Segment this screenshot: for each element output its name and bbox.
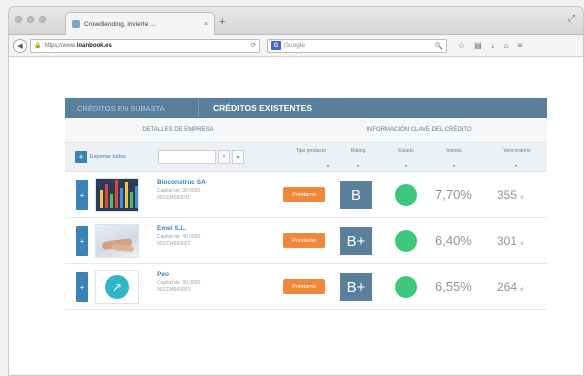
minimize-window-button[interactable] [27,16,34,23]
title-bar: Crowdlending, invierte ... × + ⤢ [9,7,583,35]
interest-rate: 6,55% [435,279,472,294]
company-info: Capital de: 30.0000 001234560011 [157,188,200,202]
product-button[interactable]: Préstamo [283,279,325,294]
duration-unit: d [520,287,524,293]
url-domain: loanbook.es [76,42,112,49]
filter-input[interactable] [158,150,216,164]
company-capital: Capital de: 40.0000 [157,234,201,240]
sort-rating-icon[interactable]: ▾ [357,163,359,168]
reading-list-icon[interactable]: ▤ [474,41,482,50]
section-headers: Detalles de empresa Información clave de… [65,118,547,142]
sort-status-icon[interactable]: ▾ [405,163,407,168]
company-thumbnail: ↗ [95,270,139,304]
favicon-icon [72,20,80,28]
search-bar[interactable]: G Google 🔍 [267,38,447,53]
export-all-button[interactable]: + [75,151,87,163]
rating-badge: B+ [340,227,372,255]
product-button[interactable]: Préstamo [283,233,325,248]
reload-icon[interactable]: ⟳ [251,42,256,49]
nav-toolbar: ◀ 🔒 https://www.loanbook.es ⟳ G Google 🔍… [9,35,583,57]
product-button[interactable]: Préstamo [283,187,325,202]
filter-rating[interactable]: Rating [343,148,373,154]
home-icon[interactable]: ⌂ [504,41,509,50]
browser-tab[interactable]: Crowdlending, invierte ... × [65,12,215,35]
expand-row-button[interactable]: + [76,272,88,302]
page-content: Créditos en subasta Créditos existentes … [9,58,583,375]
close-window-button[interactable] [15,16,22,23]
duration-unit: d [520,195,524,201]
company-thumbnail [95,178,139,212]
url-bar[interactable]: 🔒 https://www.loanbook.es ⟳ [30,38,260,53]
header-company-details: Detalles de empresa [142,127,214,133]
company-thumbnail [95,224,139,258]
duration: 301 d [497,234,523,248]
filter-status[interactable]: Estado [391,148,421,154]
duration-value: 264 [497,280,518,294]
filter-interest[interactable]: Interés [439,148,469,154]
duration: 355 d [497,188,523,202]
fullscreen-icon[interactable]: ⤢ [568,13,575,24]
back-button[interactable]: ◀ [13,38,27,53]
url-text: https://www.loanbook.es [44,43,247,49]
tab-creditos-subasta[interactable]: Créditos en subasta [65,98,199,118]
credit-row[interactable]: + ↗ Peo Capital de: 30.0000 001234560033… [65,264,547,310]
header-credit-info: Información clave del crédito [366,127,472,133]
browser-window: Crowdlending, invierte ... × + ⤢ ◀ 🔒 htt… [8,6,584,376]
lock-icon: 🔒 [34,43,42,49]
company-name[interactable]: Peo [157,271,169,278]
company-info: Capital de: 30.0000 001234560033 [157,280,200,294]
clear-filter-button[interactable]: × [218,150,230,164]
export-all-label[interactable]: Exportar todos [90,154,158,160]
expand-row-button[interactable]: + [76,226,88,256]
credits-panel: Créditos en subasta Créditos existentes … [65,98,547,310]
company-name[interactable]: Emel S.L. [157,225,186,232]
maximize-window-button[interactable] [39,16,46,23]
filter-dropdown-button[interactable]: ▾ [232,150,244,164]
panel-tabs: Créditos en subasta Créditos existentes [65,98,547,118]
duration-value: 355 [497,188,518,202]
credit-row[interactable]: + Emel S.L. Capital de: 40.0000 00123456… [65,218,547,264]
filter-maturity[interactable]: Vencimiento [495,148,539,154]
credit-row[interactable]: + Bioconstruc SA Capital de: 30.0000 001… [65,172,547,218]
star-icon[interactable]: ☆ [458,41,465,50]
duration-value: 301 [497,234,518,248]
toolbar-icons: ☆ ▤ ↓ ⌂ ≡ [458,41,522,50]
expand-row-button[interactable]: + [76,180,88,210]
duration-unit: d [520,241,524,247]
company-capital: Capital de: 30.0000 [157,188,201,194]
company-info: Capital de: 40.0000 001234560022 [157,234,200,248]
rating-badge: B [340,181,372,209]
company-logo-icon: ↗ [105,275,129,299]
company-capital: Capital de: 30.0000 [157,280,201,286]
filter-bar: + Exportar todos × ▾ Tipo producto ▾ Rat… [65,142,547,172]
status-indicator [395,184,417,206]
tab-title: Crowdlending, invierte ... [84,20,156,28]
interest-rate: 6,40% [435,233,472,248]
status-indicator [395,230,417,252]
magnifier-icon[interactable]: 🔍 [435,42,443,50]
filter-product-type[interactable]: Tipo producto [291,148,331,154]
search-placeholder: Google [284,42,305,49]
company-id: 001234560022 [157,241,191,247]
tab-creditos-existentes[interactable]: Créditos existentes [199,98,547,118]
status-indicator [395,276,417,298]
sort-product-icon[interactable]: ▾ [327,163,329,168]
interest-rate: 7,70% [435,187,472,202]
company-name[interactable]: Bioconstruc SA [157,179,206,186]
duration: 264 d [497,280,523,294]
menu-icon[interactable]: ≡ [518,41,523,50]
url-prefix: https://www. [44,42,77,49]
window-controls [15,16,46,23]
company-id: 001234560011 [157,195,190,201]
download-icon[interactable]: ↓ [491,41,495,50]
sort-interest-icon[interactable]: ▾ [453,163,455,168]
search-engine-icon[interactable]: G [271,41,281,50]
company-id: 001234560033 [157,287,191,293]
rating-badge: B+ [340,273,372,301]
tab-close-icon[interactable]: × [204,21,208,28]
sort-maturity-icon[interactable]: ▾ [515,163,517,168]
new-tab-button[interactable]: + [219,16,225,28]
